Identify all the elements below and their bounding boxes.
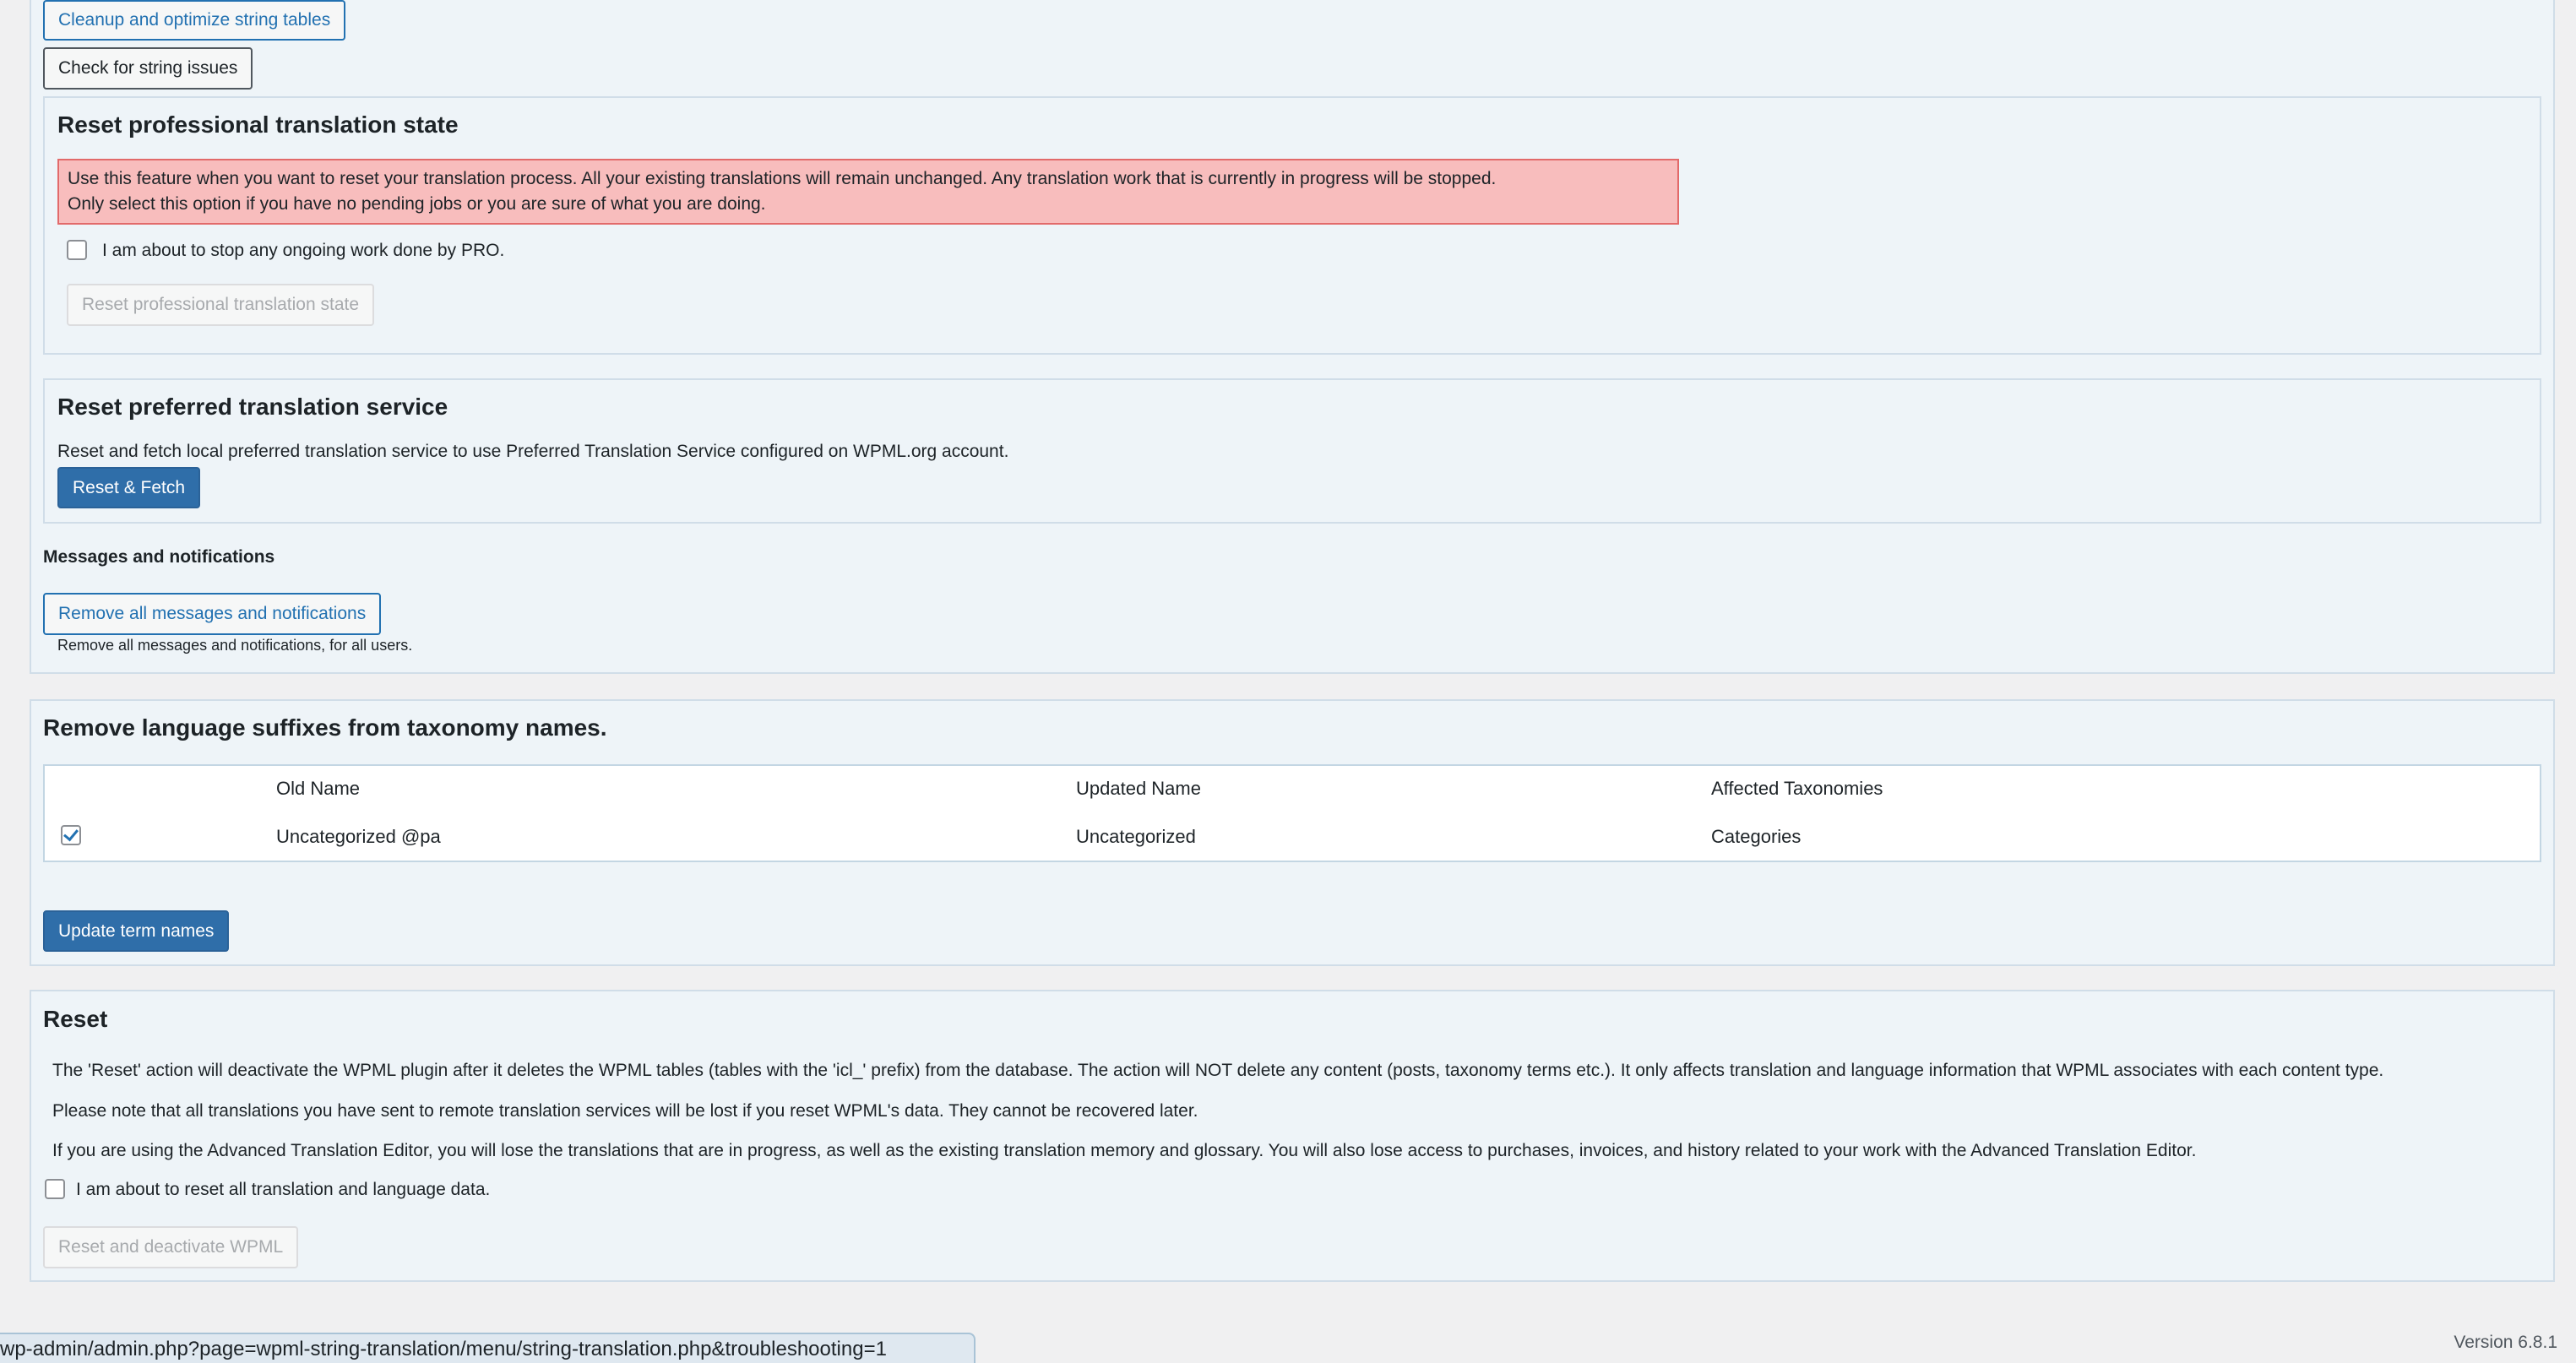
preferred-service-description: Reset and fetch local preferred translat… <box>57 442 1009 461</box>
version-text: Version 6.8.1 <box>2454 1333 2557 1352</box>
column-header-updated-name: Updated Name <box>1076 778 1201 799</box>
checkmark-icon <box>63 825 79 842</box>
reset-paragraph-3: If you are using the Advanced Translatio… <box>52 1141 2197 1160</box>
reset-title: Reset <box>43 1006 108 1032</box>
taxonomy-row-old-name: Uncategorized @pa <box>276 826 441 847</box>
reset-panel <box>30 990 2555 1282</box>
reset-confirm-label: I am about to reset all translation and … <box>76 1180 491 1199</box>
taxonomy-row-checkbox[interactable] <box>61 825 81 845</box>
column-header-old-name: Old Name <box>276 778 361 799</box>
reset-confirm-checkbox[interactable] <box>45 1179 65 1199</box>
check-string-issues-button[interactable]: Check for string issues <box>43 47 253 90</box>
reset-fetch-button[interactable]: Reset & Fetch <box>57 467 201 508</box>
cleanup-string-tables-button[interactable]: Cleanup and optimize string tables <box>43 0 346 41</box>
taxonomy-title: Remove language suffixes from taxonomy n… <box>43 714 607 741</box>
reset-deactivate-button[interactable]: Reset and deactivate WPML <box>43 1226 299 1268</box>
reset-paragraph-2: Please note that all translations you ha… <box>52 1101 1198 1121</box>
reset-pro-warning-line1: Use this feature when you want to reset … <box>68 169 1497 188</box>
reset-pro-title: Reset professional translation state <box>57 111 459 138</box>
reset-pro-confirm-label: I am about to stop any ongoing work done… <box>102 241 505 260</box>
taxonomy-row-updated-name: Uncategorized <box>1076 826 1196 847</box>
reset-pro-button[interactable]: Reset professional translation state <box>67 284 375 326</box>
update-term-names-button[interactable]: Update term names <box>43 910 230 952</box>
reset-pro-warning: Use this feature when you want to reset … <box>57 159 1679 225</box>
reset-pro-confirm-checkbox[interactable] <box>67 240 87 260</box>
column-header-affected-taxonomies: Affected Taxonomies <box>1711 778 1883 799</box>
reset-paragraph-1: The 'Reset' action will deactivate the W… <box>52 1061 2384 1080</box>
status-bar-url: wp-admin/admin.php?page=wpml-string-tran… <box>0 1333 976 1363</box>
remove-messages-description: Remove all messages and notifications, f… <box>57 637 413 654</box>
taxonomy-table: Old Name Updated Name Affected Taxonomie… <box>43 764 2541 862</box>
taxonomy-row-taxonomies: Categories <box>1711 826 1802 847</box>
messages-title: Messages and notifications <box>43 547 275 567</box>
status-bar-url-text: wp-admin/admin.php?page=wpml-string-tran… <box>0 1338 887 1360</box>
reset-pro-warning-line2: Only select this option if you have no p… <box>68 194 766 214</box>
preferred-service-title: Reset preferred translation service <box>57 394 448 420</box>
remove-messages-button[interactable]: Remove all messages and notifications <box>43 593 382 635</box>
